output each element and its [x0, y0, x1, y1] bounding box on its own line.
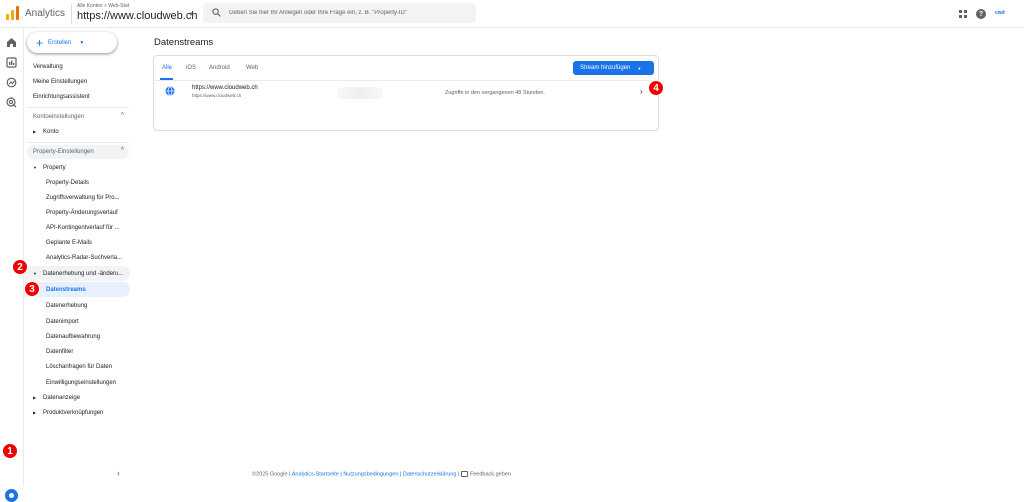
add-stream-label: Stream hinzufügen	[580, 65, 631, 71]
sidebar-item-einrichtungsassistent[interactable]: Einrichtungsassistent	[24, 89, 130, 104]
sidebar-item-property-details[interactable]: Property-Details	[24, 175, 130, 190]
tab-ios[interactable]: iOS	[186, 65, 196, 71]
footer-copyright: ©2025 Google |	[252, 471, 291, 478]
nav-rail	[0, 28, 24, 502]
expand-arrow-icon: ▶	[33, 129, 37, 134]
redacted-stream-id	[337, 87, 383, 99]
streams-card: Alle iOS Android Web Stream hinzufügen ▼…	[153, 55, 659, 131]
sidebar-item-data-collection[interactable]: ▼ Datenerhebung und -änderu...	[24, 266, 130, 281]
main-content: Datenstreams Alle iOS Android Web Stream…	[136, 28, 1024, 486]
section-title: Kontoeinstellungen	[33, 114, 85, 120]
search-input[interactable]	[229, 3, 469, 23]
apps-grid-icon[interactable]	[959, 10, 967, 18]
stream-row[interactable]: https://www.cloudweb.ch https://www.clou…	[154, 81, 658, 104]
sidebar-item-label: Datenanzeige	[43, 394, 81, 401]
sidebar-item-produktverknuepfungen[interactable]: ▶ Produktverknüpfungen	[24, 405, 130, 420]
sidebar-item-property[interactable]: ▼ Property	[24, 160, 130, 175]
sidebar-item-einwilligung[interactable]: Einwilligungseinstellungen	[24, 375, 130, 390]
sidebar-item-label: Konto	[43, 128, 59, 135]
help-icon[interactable]: ?	[976, 9, 986, 19]
admin-gear-icon[interactable]	[5, 489, 18, 502]
tab-android[interactable]: Android	[209, 65, 230, 71]
create-button[interactable]: + Erstellen ▼	[27, 32, 117, 53]
step-badge-2: 2	[12, 259, 28, 275]
sidebar-item-verwaltung[interactable]: Verwaltung	[24, 59, 130, 74]
sidebar-item-scheduled-emails[interactable]: Geplante E-Mails	[24, 235, 130, 250]
sidebar-item-datenimport[interactable]: Datenimport	[24, 314, 130, 329]
collapse-arrow-icon: ▼	[33, 165, 37, 170]
sidebar-item-loeschanfragen[interactable]: Löschanfragen für Daten	[24, 359, 130, 374]
divider	[71, 4, 72, 24]
sidebar-item-konto[interactable]: ▶ Konto	[24, 124, 130, 139]
footer-link-terms[interactable]: Nutzungsbedingungen	[343, 471, 398, 477]
add-stream-button[interactable]: Stream hinzufügen ▼	[573, 61, 654, 75]
expand-arrow-icon: ▶	[33, 395, 37, 400]
stream-url: https://www.cloudweb.ch	[192, 93, 242, 98]
caret-down-icon: ▼	[637, 65, 642, 71]
sidebar-item-access-management[interactable]: Zugriffsverwaltung für Pro...	[24, 190, 130, 205]
chevron-right-icon[interactable]: ›	[640, 87, 643, 96]
footer-link-home[interactable]: Analytics-Startseite	[292, 471, 339, 477]
property-settings-section-header[interactable]: Property-Einstellungen ^	[27, 145, 129, 159]
expand-arrow-icon: ▶	[33, 410, 37, 415]
feedback-link[interactable]: Feedback geben	[470, 471, 511, 477]
sidebar-item-datenanzeige[interactable]: ▶ Datenanzeige	[24, 390, 130, 405]
brand-name: Analytics	[25, 8, 66, 19]
sidebar-item-datenfilter[interactable]: Datenfilter	[24, 344, 130, 359]
step-badge-1: 1	[2, 443, 18, 459]
chevron-up-icon: ^	[120, 147, 124, 154]
footer: ©2025 Google | Analytics-Startseite | Nu…	[252, 471, 511, 478]
stream-name: https://www.cloudweb.ch	[192, 85, 258, 91]
step-badge-4: 4	[648, 80, 664, 96]
top-bar: Analytics Alle Konten > Web-Stat https:/…	[0, 0, 1024, 28]
property-selector[interactable]: https://www.cloudweb.ch	[77, 10, 197, 22]
active-tab-indicator	[160, 78, 173, 80]
divider	[27, 142, 129, 143]
collapse-sidebar-chevron-icon[interactable]: ‹	[117, 468, 120, 478]
sidebar-item-datenaufbewahrung[interactable]: Datenaufbewahrung	[24, 329, 130, 344]
sidebar-item-label: Property	[43, 164, 66, 171]
reports-icon[interactable]	[6, 57, 17, 68]
sidebar-item-meine-einstellungen[interactable]: Meine Einstellungen	[24, 74, 130, 89]
page-title: Datenstreams	[154, 37, 214, 48]
create-label: Erstellen	[48, 39, 72, 46]
admin-sidebar: + Erstellen ▼ Verwaltung Meine Einstellu…	[24, 28, 136, 486]
globe-icon	[165, 86, 175, 96]
divider	[27, 107, 129, 108]
stream-status: Zugriffe in den vergangenen 48 Stunden.	[445, 90, 545, 96]
sidebar-item-change-history[interactable]: Property-Änderungsverlauf	[24, 205, 130, 220]
feedback-icon	[460, 471, 468, 477]
account-settings-section-header[interactable]: Kontoeinstellungen ^	[27, 110, 129, 124]
tab-web[interactable]: Web	[246, 65, 258, 71]
tab-alle[interactable]: Alle	[162, 65, 172, 71]
avatar[interactable]: cwd	[995, 10, 1009, 19]
analytics-logo-icon[interactable]	[6, 6, 20, 20]
stream-tabs: Alle iOS Android Web Stream hinzufügen ▼	[154, 56, 658, 81]
step-badge-3: 3	[24, 281, 40, 297]
top-bar-actions: ? cwd	[959, 7, 1009, 21]
sidebar-item-label: Produktverknüpfungen	[43, 409, 104, 416]
account-breadcrumb[interactable]: Alle Konten > Web-Stat	[77, 3, 129, 9]
footer-link-privacy[interactable]: Datenschutzerklärung	[403, 471, 457, 477]
chevron-up-icon: ^	[120, 112, 124, 119]
caret-down-icon: ▼	[79, 39, 85, 46]
search-bar[interactable]	[203, 3, 476, 23]
sidebar-item-api-quota-history[interactable]: API-Kontingentverlauf für ...	[24, 220, 130, 235]
section-title: Property-Einstellungen	[33, 149, 94, 155]
plus-icon: +	[36, 35, 44, 50]
chevron-down-icon[interactable]: ▼	[188, 12, 194, 18]
advertising-icon[interactable]	[6, 97, 17, 108]
sidebar-item-search-history[interactable]: Analytics-Radar-Suchverla...	[24, 250, 130, 265]
sidebar-item-datenerhebung[interactable]: Datenerhebung	[24, 298, 130, 313]
sidebar-item-label: Datenerhebung und -änderu...	[43, 270, 124, 277]
home-icon[interactable]	[6, 37, 17, 48]
explore-icon[interactable]	[6, 77, 17, 88]
collapse-arrow-icon: ▼	[33, 271, 37, 276]
search-icon	[212, 8, 221, 17]
